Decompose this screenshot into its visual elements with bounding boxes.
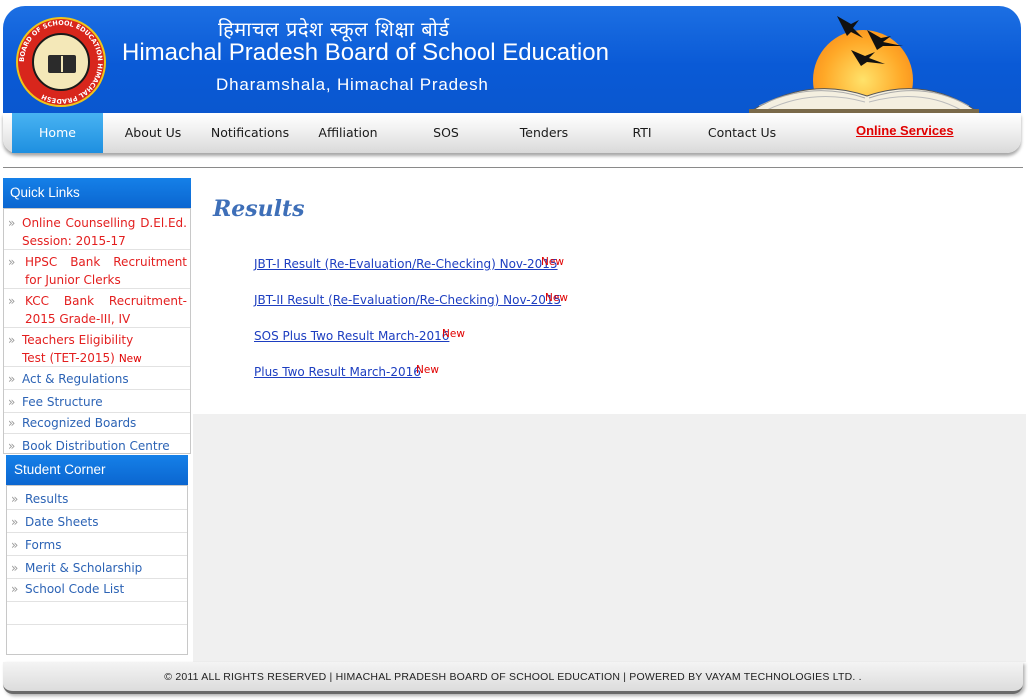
svg-text:BOARD OF SCHOOL EDUCATION HIMA: BOARD OF SCHOOL EDUCATION HIMACHAL PRADE… — [18, 19, 104, 105]
panel-divider — [7, 624, 187, 625]
site-header: BOARD OF SCHOOL EDUCATION HIMACHAL PRADE… — [3, 6, 1021, 114]
double-chevron-icon: » — [11, 538, 19, 552]
open-book-icon — [749, 88, 979, 114]
student-link-school-code-list[interactable]: » School Code List — [7, 580, 187, 602]
new-badge: New — [416, 364, 439, 376]
board-logo[interactable]: BOARD OF SCHOOL EDUCATION HIMACHAL PRADE… — [16, 17, 106, 107]
quick-link-tet[interactable]: » Teachers Eligibility Test (TET-2015) Ne… — [4, 331, 190, 367]
quick-links-panel: » Online Counselling D.El.Ed. Session: 2… — [3, 208, 191, 454]
student-link-forms[interactable]: » Forms — [7, 536, 187, 556]
nav-tenders[interactable]: Tenders — [497, 113, 591, 153]
double-chevron-icon: » — [8, 216, 16, 230]
hindi-site-title: हिमाचल प्रदेश स्कूल शिक्षा बोर्ड — [218, 17, 450, 41]
double-chevron-icon: » — [8, 395, 16, 409]
double-chevron-icon: » — [11, 561, 19, 575]
site-footer: © 2011 ALL RIGHTS RESERVED | HIMACHAL PR… — [3, 662, 1023, 694]
footer-copyright: © 2011 ALL RIGHTS RESERVED | HIMACHAL PR… — [164, 671, 862, 683]
new-badge: New — [541, 256, 564, 268]
student-corner-heading: Student Corner — [6, 455, 188, 485]
double-chevron-icon: » — [8, 416, 16, 430]
nav-about-us[interactable]: About Us — [107, 113, 199, 153]
double-chevron-icon: » — [8, 439, 16, 453]
quick-link-fee-structure[interactable]: » Fee Structure — [4, 393, 190, 413]
nav-sos[interactable]: SOS — [399, 113, 493, 153]
double-chevron-icon: » — [11, 515, 19, 529]
nav-affiliation[interactable]: Affiliation — [301, 113, 395, 153]
student-link-merit-scholarship[interactable]: » Merit & Scholarship — [7, 559, 187, 579]
nav-contact-us[interactable]: Contact Us — [693, 113, 791, 153]
logo-ring-text: BOARD OF SCHOOL EDUCATION HIMACHAL PRADE… — [18, 19, 104, 105]
online-services-link[interactable]: Online Services — [856, 113, 954, 153]
double-chevron-icon: » — [8, 255, 16, 269]
double-chevron-icon: » — [11, 582, 19, 596]
quick-links-heading: Quick Links — [3, 178, 191, 208]
nav-home[interactable]: Home — [12, 113, 103, 153]
double-chevron-icon: » — [8, 333, 16, 347]
page-title: Results — [213, 196, 305, 222]
double-chevron-icon: » — [8, 372, 16, 386]
student-link-date-sheets[interactable]: » Date Sheets — [7, 513, 187, 533]
quick-link-recognized-boards[interactable]: » Recognized Boards — [4, 414, 190, 434]
double-chevron-icon: » — [11, 492, 19, 506]
quick-link-book-distribution[interactable]: » Book Distribution Centre — [4, 437, 190, 455]
quick-link-hpsc[interactable]: » HPSC Bank Recruitment for Junior Clerk… — [4, 253, 190, 289]
site-location: Dharamshala, Himachal Pradesh — [216, 75, 489, 94]
site-title: Himachal Pradesh Board of School Educati… — [122, 39, 609, 66]
new-badge: New — [118, 353, 142, 365]
quick-link-counselling[interactable]: » Online Counselling D.El.Ed. Session: 2… — [4, 214, 190, 250]
nav-notifications[interactable]: Notifications — [203, 113, 297, 153]
result-link-sos-plus-two[interactable]: SOS Plus Two Result March-2016 — [254, 329, 449, 343]
result-link-jbt-ii[interactable]: JBT-II Result (Re-Evaluation/Re-Checking… — [254, 293, 561, 307]
main-content-background — [193, 414, 1026, 662]
double-chevron-icon: » — [8, 294, 16, 308]
main-nav: Home About Us Notifications Affiliation … — [3, 113, 1021, 153]
nav-rti[interactable]: RTI — [595, 113, 689, 153]
result-link-plus-two[interactable]: Plus Two Result March-2016 — [254, 365, 421, 379]
header-divider — [3, 167, 1023, 168]
birds-icon — [837, 16, 903, 66]
new-badge: New — [442, 328, 465, 340]
quick-link-kcc[interactable]: » KCC Bank Recruitment-2015 Grade-III, I… — [4, 292, 190, 328]
quick-link-act-regulations[interactable]: » Act & Regulations — [4, 370, 190, 390]
result-link-jbt-i[interactable]: JBT-I Result (Re-Evaluation/Re-Checking)… — [254, 257, 558, 271]
student-link-results[interactable]: » Results — [7, 490, 187, 510]
student-corner-panel: » Results » Date Sheets » Forms » Merit … — [6, 485, 188, 655]
new-badge: New — [545, 292, 568, 304]
